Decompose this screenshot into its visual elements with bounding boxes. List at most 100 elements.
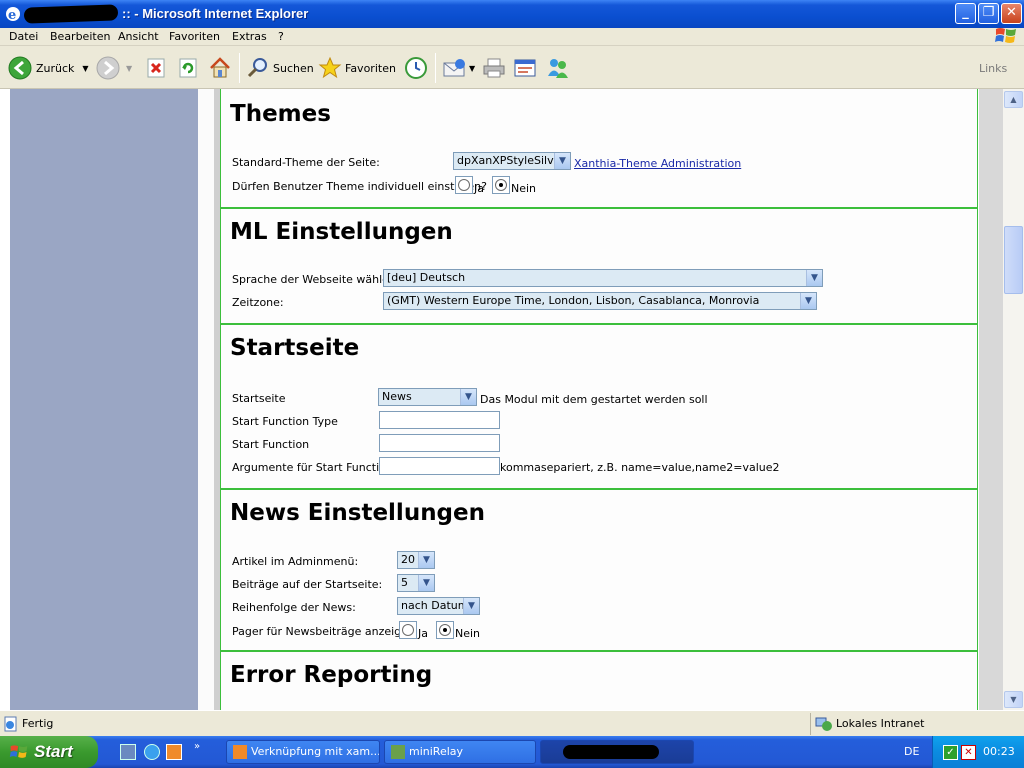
back-label: Zurück [36, 61, 75, 75]
page-gutter [198, 89, 214, 710]
menu-ansicht[interactable]: Ansicht [118, 30, 159, 43]
page-icon [4, 716, 17, 732]
edit-page-icon [514, 59, 536, 77]
stop-icon [147, 58, 165, 78]
scroll-thumb[interactable] [1004, 226, 1023, 294]
chevron-down-icon: ▼ [463, 598, 479, 614]
menu-extras[interactable]: Extras [232, 30, 267, 43]
standard-theme-label: Standard-Theme der Seite: [232, 156, 380, 169]
windows-flag-icon [9, 745, 28, 758]
status-text: Fertig [22, 717, 54, 730]
home-button[interactable] [208, 51, 232, 85]
windows-logo-icon [995, 28, 1016, 43]
tool-tray-icon[interactable]: ✕ [961, 745, 976, 760]
chevron-down-icon: ▼ [460, 389, 476, 405]
forward-button[interactable]: ▼ [96, 51, 132, 85]
favorites-label: Favoriten [345, 61, 396, 75]
menu-help[interactable]: ? [278, 30, 284, 43]
settings-content: Themes Standard-Theme der Seite: dpXanXP… [220, 89, 978, 710]
back-dropdown-icon[interactable]: ▼ [82, 64, 88, 73]
start-module-hint: Das Modul mit dem gestartet werden soll [480, 393, 708, 406]
standard-theme-select[interactable]: dpXanXPStyleSilver ▼ [453, 152, 571, 170]
history-button[interactable] [404, 51, 428, 85]
clock[interactable]: 00:23 [983, 745, 1015, 758]
menu-favoriten[interactable]: Favoriten [169, 30, 220, 43]
checkmark-tray-icon[interactable]: ✓ [943, 745, 958, 760]
articles-value: 20 [401, 553, 415, 566]
function-args-label: Argumente für Start Function [232, 461, 393, 474]
articles-select[interactable]: 20 ▼ [397, 551, 435, 569]
ie-quicklaunch-icon[interactable] [144, 744, 160, 760]
taskbar-item-minirelay[interactable]: miniRelay [384, 740, 536, 764]
system-tray: ✓ ✕ 00:23 [932, 736, 1024, 768]
messenger-button[interactable] [545, 51, 571, 85]
toolbar-separator [435, 53, 436, 83]
function-type-input[interactable] [379, 411, 500, 429]
search-label: Suchen [273, 61, 314, 75]
order-select[interactable]: nach Datum ▼ [397, 597, 480, 615]
function-args-input[interactable] [379, 457, 500, 475]
individual-theme-yes-radio[interactable] [455, 176, 473, 194]
start-button[interactable]: Start [0, 736, 98, 768]
start-function-input[interactable] [379, 434, 500, 452]
back-button[interactable]: Zurück ▼ [8, 51, 89, 85]
quicklaunch-expand-icon[interactable]: » [194, 741, 200, 752]
search-button[interactable]: Suchen [246, 51, 314, 85]
posts-label: Beiträge auf der Startseite: [232, 578, 383, 591]
posts-select[interactable]: 5 ▼ [397, 574, 435, 592]
scroll-down-icon[interactable]: ▼ [1004, 691, 1023, 708]
print-button[interactable] [482, 51, 506, 85]
menu-datei[interactable]: Datei [9, 30, 38, 43]
start-module-select[interactable]: News ▼ [378, 388, 477, 406]
forward-dropdown-icon[interactable]: ▼ [126, 64, 132, 73]
edit-button[interactable] [513, 51, 537, 85]
vertical-scrollbar[interactable]: ▲ ▼ [1003, 89, 1024, 710]
redacted-task-scribble [563, 745, 659, 759]
minimize-button[interactable]: _ [955, 3, 976, 24]
menu-bearbeiten[interactable]: Bearbeiten [50, 30, 110, 43]
posts-value: 5 [401, 576, 408, 589]
chevron-down-icon: ▼ [800, 293, 816, 309]
startseite-heading: Startseite [230, 335, 360, 361]
home-icon [210, 57, 230, 78]
menu-bar: Datei Bearbeiten Ansicht Favoriten Extra… [0, 28, 1024, 46]
start-module-label: Startseite [232, 392, 286, 405]
back-arrow-icon [8, 56, 32, 80]
stop-button[interactable] [146, 51, 166, 85]
close-button[interactable]: ✕ [1001, 3, 1022, 24]
mail-button[interactable]: ▼ [442, 51, 475, 85]
chevron-down-icon: ▼ [806, 270, 822, 286]
order-label: Reihenfolge der News: [232, 601, 356, 614]
articles-label: Artikel im Adminmenü: [232, 555, 359, 568]
function-type-label: Start Function Type [232, 415, 338, 428]
ml-heading: ML Einstellungen [230, 219, 453, 245]
themes-heading: Themes [230, 101, 331, 127]
timezone-select[interactable]: (GMT) Western Europe Time, London, Lisbo… [383, 292, 817, 310]
taskbar-item-xampp[interactable]: Verknüpfung mit xam... [226, 740, 380, 764]
individual-theme-no-radio[interactable] [492, 176, 510, 194]
title-bar[interactable]: e :: - Microsoft Internet Explorer _ ❐ ✕ [0, 0, 1024, 28]
radio-circle-icon [402, 624, 414, 636]
language-select[interactable]: [deu] Deutsch ▼ [383, 269, 823, 287]
show-desktop-icon[interactable] [120, 744, 136, 760]
scroll-up-icon[interactable]: ▲ [1004, 91, 1023, 108]
language-indicator[interactable]: DE [904, 745, 919, 758]
refresh-button[interactable] [178, 51, 198, 85]
maximize-button[interactable]: ❐ [978, 3, 999, 24]
individual-theme-yes-label: Ja [474, 182, 484, 195]
pager-yes-radio[interactable] [399, 621, 417, 639]
taskbar-item-active-window[interactable] [540, 740, 694, 764]
links-label[interactable]: Links [979, 62, 1007, 75]
left-sidebar [10, 89, 198, 710]
xanthia-admin-link[interactable]: Xanthia-Theme Administration [574, 157, 741, 170]
mail-dropdown-icon[interactable]: ▼ [469, 64, 475, 73]
radio-selected-icon [495, 179, 507, 191]
chevron-down-icon: ▼ [418, 552, 434, 568]
chevron-down-icon: ▼ [554, 153, 570, 169]
pager-no-radio[interactable] [436, 621, 454, 639]
favorites-button[interactable]: Favoriten [318, 51, 396, 85]
pager-yes-label: Ja [418, 627, 428, 640]
xampp-quicklaunch-icon[interactable] [166, 744, 182, 760]
radio-selected-icon [439, 624, 451, 636]
ml-section: ML Einstellungen Sprache der Webseite wä… [221, 209, 978, 325]
